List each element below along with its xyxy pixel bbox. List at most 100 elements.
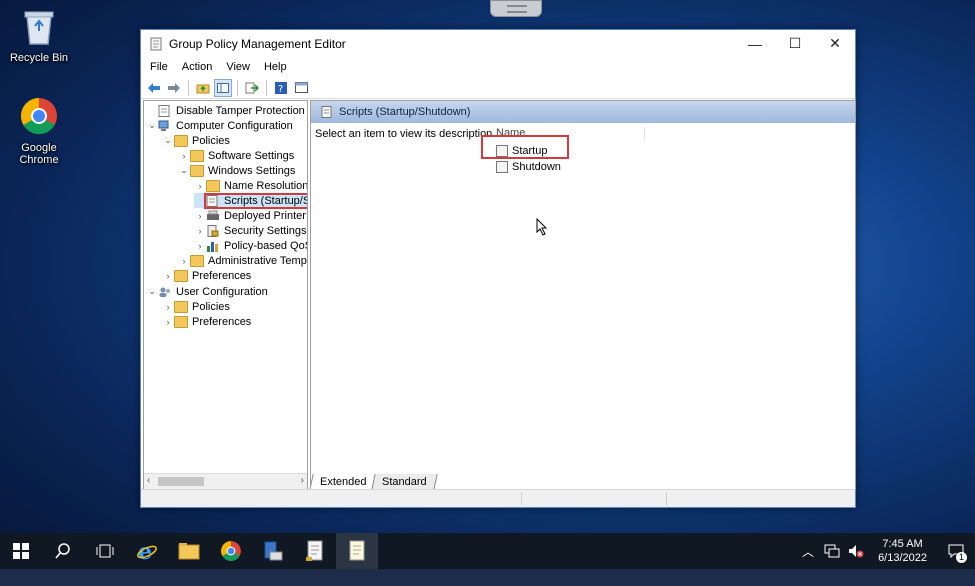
policy-editor-icon bbox=[349, 540, 365, 561]
server-manager-icon bbox=[264, 541, 283, 561]
clock[interactable]: 7:45 AM 6/13/2022 bbox=[868, 537, 937, 565]
tree-item-policies[interactable]: ⌄ Policies bbox=[162, 133, 230, 148]
tree-item-computer-configuration[interactable]: ⌄ Computer Configuration bbox=[146, 118, 293, 133]
taskbar-file-explorer[interactable] bbox=[168, 533, 210, 569]
folder-icon bbox=[190, 254, 204, 267]
tree-item-software-settings[interactable]: › Software Settings bbox=[178, 148, 294, 163]
close-button[interactable]: ✕ bbox=[815, 30, 855, 57]
help-button[interactable]: ? bbox=[272, 79, 290, 97]
policy-editor-icon bbox=[150, 37, 162, 50]
expander-icon[interactable]: › bbox=[178, 256, 190, 266]
expander-icon[interactable]: ⌄ bbox=[146, 120, 158, 131]
menu-help[interactable]: Help bbox=[257, 61, 294, 73]
expander-icon[interactable]: › bbox=[194, 181, 206, 191]
tree-highlight-box bbox=[204, 193, 307, 209]
internet-explorer-icon: e bbox=[137, 540, 157, 562]
folder-up-icon bbox=[196, 84, 210, 93]
tree-item-user-policies[interactable]: › Policies bbox=[162, 299, 230, 314]
taskbar-internet-explorer[interactable]: e bbox=[126, 533, 168, 569]
start-button[interactable] bbox=[0, 533, 42, 569]
window-titlebar[interactable]: Group Policy Management Editor — ☐ ✕ bbox=[141, 30, 855, 57]
maximize-button[interactable]: ☐ bbox=[775, 30, 815, 57]
svg-text:?: ? bbox=[278, 84, 283, 94]
expander-icon[interactable]: ⌄ bbox=[178, 165, 190, 176]
show-hide-tree-button[interactable] bbox=[214, 78, 232, 97]
desktop-bottom-strip bbox=[0, 569, 975, 586]
desktop-icon-label: Google Chrome bbox=[19, 142, 59, 166]
expander-icon[interactable]: › bbox=[162, 271, 174, 281]
expander-icon[interactable]: › bbox=[194, 241, 206, 251]
gpo-icon bbox=[158, 104, 170, 117]
expander-icon[interactable]: › bbox=[194, 211, 206, 221]
users-icon bbox=[159, 287, 170, 297]
details-header: Scripts (Startup/Shutdown) bbox=[311, 101, 855, 123]
menu-file[interactable]: File bbox=[143, 61, 175, 73]
folder-icon bbox=[190, 164, 204, 177]
task-view-icon bbox=[96, 544, 114, 558]
windows-logo-icon bbox=[13, 543, 29, 559]
tree-item-user-preferences[interactable]: › Preferences bbox=[162, 314, 251, 329]
menu-view[interactable]: View bbox=[219, 61, 257, 73]
tab-standard[interactable]: Standard bbox=[371, 474, 438, 490]
tree-item-policy-based-qos[interactable]: › Policy-based QoS bbox=[194, 238, 307, 253]
tree-item-windows-settings[interactable]: ⌄ Windows Settings bbox=[178, 163, 295, 178]
search-button[interactable] bbox=[42, 533, 84, 569]
up-folder-button[interactable] bbox=[194, 79, 212, 97]
console-tree[interactable]: Disable Tamper Protection Soph ⌄Computer… bbox=[143, 100, 308, 490]
startup-highlight-box bbox=[481, 135, 569, 159]
scroll-right-icon[interactable]: › bbox=[301, 475, 304, 486]
system-tray: ︿ 7:45 AM 6/13/2022 1 bbox=[796, 533, 975, 569]
notifications-button[interactable]: 1 bbox=[937, 533, 975, 569]
search-icon bbox=[55, 543, 70, 559]
tree-item-user-configuration[interactable]: ⌄ User Configuration bbox=[146, 284, 268, 299]
back-arrow-icon bbox=[148, 82, 160, 93]
scroll-left-icon[interactable]: ‹ bbox=[147, 475, 150, 486]
printer-icon bbox=[207, 210, 219, 220]
list-item-shutdown[interactable]: Shutdown bbox=[496, 161, 561, 173]
volume-muted-icon[interactable] bbox=[848, 544, 864, 558]
tree-item-preferences[interactable]: › Preferences bbox=[162, 268, 251, 283]
file-explorer-icon bbox=[178, 543, 200, 560]
export-list-button[interactable] bbox=[243, 79, 261, 97]
expander-icon[interactable]: › bbox=[194, 226, 206, 236]
expander-icon[interactable]: ⌄ bbox=[162, 135, 174, 146]
taskbar-google-chrome[interactable] bbox=[210, 533, 252, 569]
menu-action[interactable]: Action bbox=[175, 61, 220, 73]
scripts-icon bbox=[321, 106, 332, 118]
properties-icon bbox=[294, 82, 308, 93]
remote-session-handle[interactable] bbox=[490, 0, 542, 17]
notification-badge: 1 bbox=[956, 552, 967, 563]
clock-time: 7:45 AM bbox=[882, 538, 923, 550]
chrome-icon bbox=[221, 541, 241, 561]
tree-item-deployed-printers[interactable]: › Deployed Printer: bbox=[194, 208, 308, 223]
taskbar-gpmc[interactable] bbox=[294, 533, 336, 569]
tree-item-name-resolution[interactable]: › Name Resolution bbox=[194, 178, 307, 193]
tree-item-gpo-root[interactable]: Disable Tamper Protection Soph bbox=[146, 103, 307, 118]
script-file-icon bbox=[496, 161, 508, 173]
taskbar-gpme-active[interactable] bbox=[336, 533, 378, 569]
network-icon[interactable] bbox=[824, 544, 840, 558]
scrollbar-thumb[interactable] bbox=[158, 477, 204, 486]
back-button[interactable] bbox=[145, 79, 163, 97]
details-pane: Scripts (Startup/Shutdown) Select an ite… bbox=[310, 100, 856, 490]
expander-icon[interactable]: › bbox=[162, 302, 174, 312]
security-settings-icon bbox=[207, 224, 219, 237]
tree-item-administrative-templates[interactable]: › Administrative Temp bbox=[178, 253, 307, 268]
desktop-icon-google-chrome[interactable]: Google Chrome bbox=[8, 96, 70, 166]
mouse-cursor-icon bbox=[536, 217, 548, 239]
taskbar-server-manager[interactable] bbox=[252, 533, 294, 569]
tree-horizontal-scrollbar[interactable]: ‹ › bbox=[144, 473, 307, 489]
expander-icon[interactable]: › bbox=[178, 151, 190, 161]
expander-icon[interactable]: › bbox=[162, 317, 174, 327]
qos-chart-icon bbox=[207, 241, 218, 252]
folder-icon bbox=[190, 149, 204, 162]
expander-icon[interactable]: ⌄ bbox=[146, 286, 158, 297]
show-hidden-icons-icon[interactable]: ︿ bbox=[796, 543, 820, 560]
tree-item-security-settings[interactable]: › Security Settings bbox=[194, 223, 307, 238]
tab-extended[interactable]: Extended bbox=[309, 474, 378, 490]
desktop-icon-recycle-bin[interactable]: Recycle Bin bbox=[8, 8, 70, 64]
minimize-button[interactable]: — bbox=[735, 30, 775, 57]
properties-button[interactable] bbox=[292, 79, 310, 97]
forward-button[interactable] bbox=[165, 79, 183, 97]
task-view-button[interactable] bbox=[84, 533, 126, 569]
